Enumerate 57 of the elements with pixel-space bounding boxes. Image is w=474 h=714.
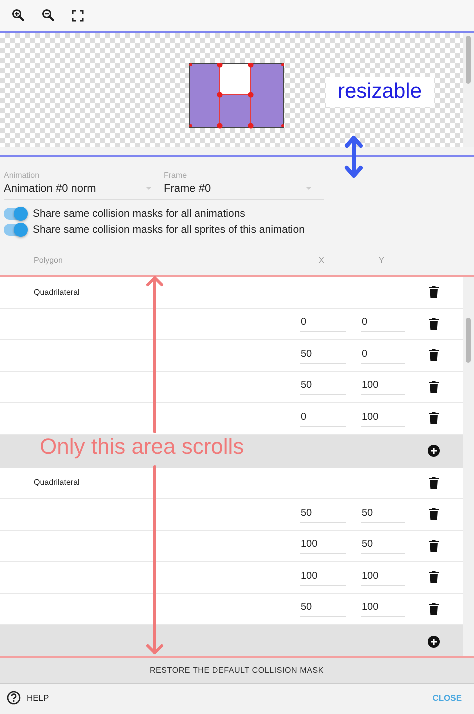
- dropdown-label: Animation: [4, 171, 41, 180]
- dropdown[interactable]: Frame Frame #0: [164, 171, 324, 195]
- trash-icon: [429, 380, 439, 393]
- trash-icon: [429, 571, 439, 584]
- x-field[interactable]: 50: [300, 378, 346, 396]
- zoom-in-icon: [12, 9, 24, 22]
- y-field[interactable]: 50: [361, 506, 405, 523]
- x-field[interactable]: 100: [300, 568, 346, 586]
- plus-circle-icon: [428, 636, 440, 648]
- fit-button[interactable]: [70, 8, 86, 24]
- trash-icon: [429, 602, 439, 615]
- x-field[interactable]: 50: [300, 600, 346, 618]
- y-field[interactable]: 50: [361, 537, 405, 554]
- x-field[interactable]: 0: [300, 410, 346, 427]
- dropdown-value: Frame #0: [164, 183, 212, 195]
- zoom-out-icon: [42, 9, 54, 22]
- column-header: Polygon: [34, 256, 64, 265]
- y-field[interactable]: 100: [361, 568, 405, 586]
- caret-icon: [146, 187, 152, 190]
- dropdown-label: Frame: [164, 171, 188, 180]
- column-header: X: [318, 256, 326, 265]
- polygon-name: Quadrilateral: [34, 478, 81, 488]
- zoom-in-button[interactable]: [10, 8, 26, 24]
- dropdown[interactable]: Animation Animation #0 norm: [4, 171, 164, 195]
- trash-icon: [429, 349, 439, 362]
- plus-circle-icon: [428, 445, 440, 457]
- y-field[interactable]: 0: [361, 346, 405, 364]
- x-field[interactable]: 50: [300, 346, 346, 364]
- y-field[interactable]: 100: [361, 378, 405, 396]
- trash-icon: [429, 286, 439, 298]
- annotation-text: Only this area scrolls: [40, 434, 244, 460]
- help-icon: [7, 691, 21, 705]
- y-field[interactable]: 100: [361, 410, 405, 427]
- toggle-switch[interactable]: [4, 224, 27, 236]
- zoom-out-button[interactable]: [40, 8, 56, 24]
- x-field[interactable]: 50: [300, 506, 346, 523]
- annotation-label: resizable: [326, 77, 434, 107]
- toggle-label: Share same collision masks for all sprites of this animation: [33, 224, 305, 236]
- caret-icon: [306, 187, 312, 190]
- trash-icon: [429, 540, 439, 552]
- dropdown-value: Animation #0 norm: [4, 183, 96, 195]
- help-button[interactable]: HELP: [7, 691, 50, 705]
- toggle-label: Share same collision masks for all animations: [33, 208, 246, 220]
- trash-icon: [429, 476, 439, 489]
- y-field[interactable]: 0: [361, 315, 405, 332]
- polygon-name: Quadrilateral: [34, 288, 81, 297]
- trash-icon: [429, 508, 439, 520]
- restore-button[interactable]: RESTORE THE DEFAULT COLLISION MASK: [0, 656, 474, 684]
- double-arrow-annotation: [344, 135, 364, 179]
- toggle-switch[interactable]: [4, 208, 27, 220]
- trash-icon: [429, 412, 439, 424]
- y-field[interactable]: 100: [361, 600, 405, 618]
- x-field[interactable]: 0: [300, 315, 346, 332]
- x-field[interactable]: 100: [300, 537, 346, 554]
- expand-icon: [72, 10, 84, 22]
- trash-icon: [429, 318, 439, 330]
- column-header: Y: [378, 256, 386, 265]
